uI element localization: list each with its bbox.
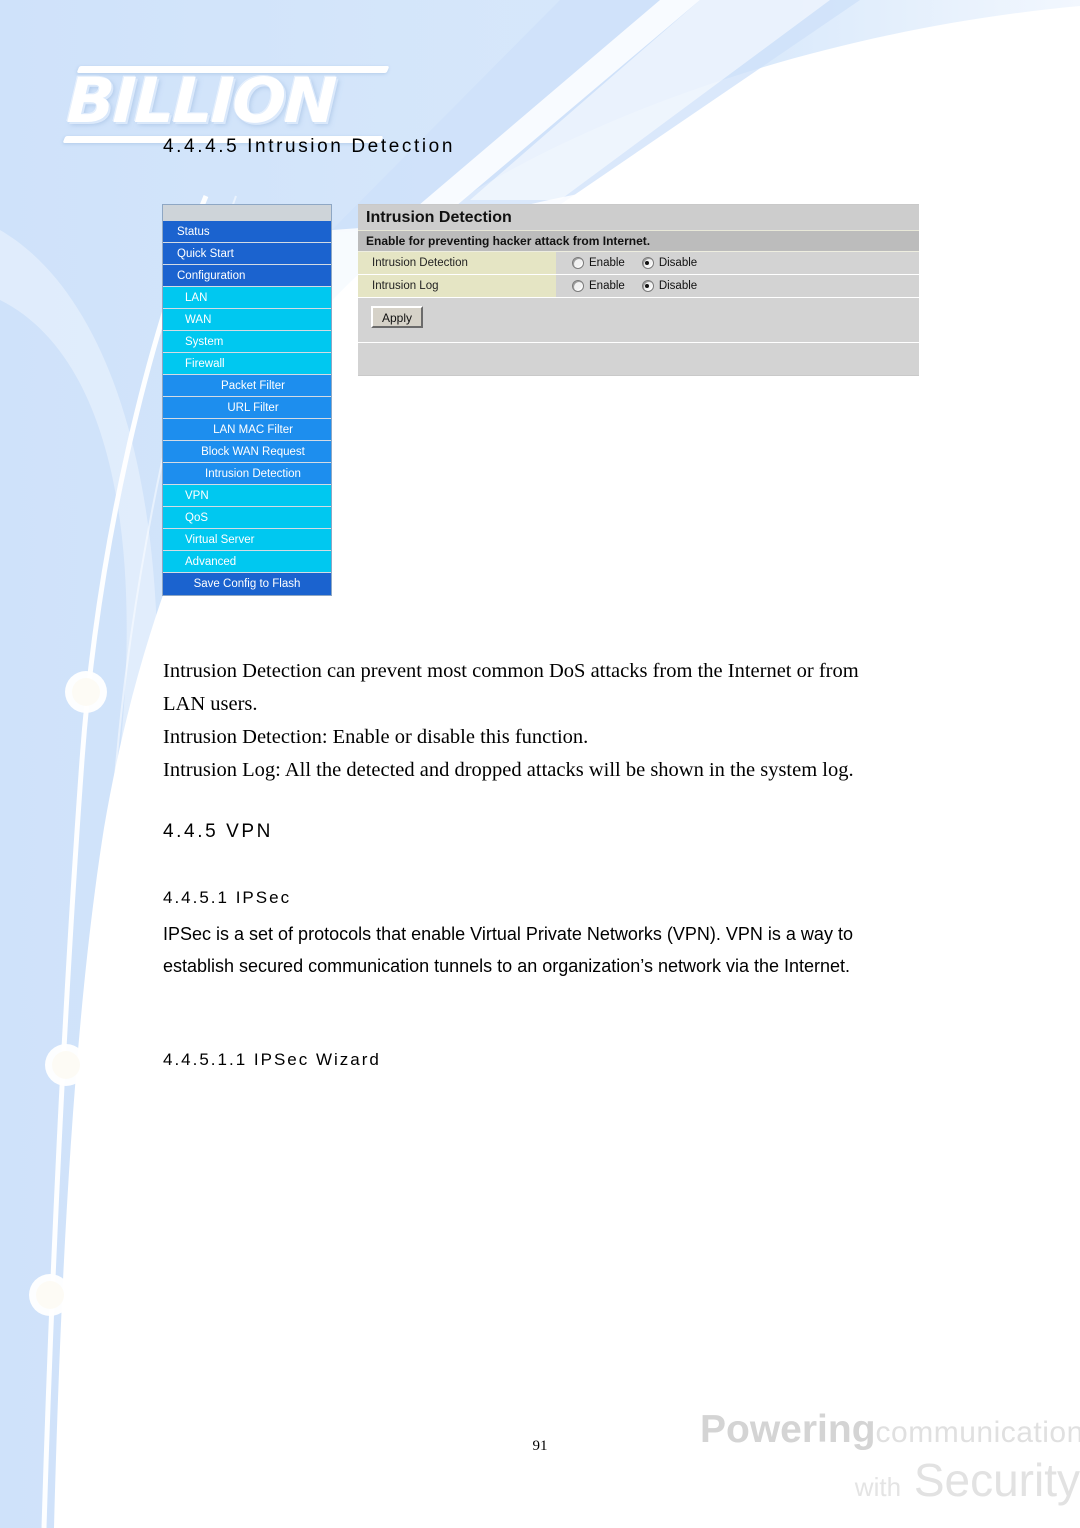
watermark-powering: Powering	[700, 1408, 876, 1451]
heading-intrusion-detection: 4.4.4.5 Intrusion Detection	[163, 136, 456, 157]
sidebar-item-lan-mac-filter[interactable]: LAN MAC Filter	[163, 419, 331, 441]
watermark-security: Security	[913, 1454, 1080, 1506]
sidebar-top-spacer	[163, 205, 331, 221]
logo-wordmark: BILLION	[65, 64, 337, 137]
radio-intrusion-log-enable[interactable]	[572, 280, 584, 292]
radio-label-intrusion-log-disable: Disable	[658, 279, 698, 292]
radio-label-intrusion-detection-enable: Enable	[589, 256, 625, 269]
sidebar-item-url-filter[interactable]: URL Filter	[163, 397, 331, 419]
heading-ipsec-wizard: 4.4.5.1.1 IPSec Wizard	[163, 1050, 381, 1069]
sidebar-item-qos[interactable]: QoS	[163, 507, 331, 529]
sidebar-item-block-wan-request[interactable]: Block WAN Request	[163, 441, 331, 463]
sidebar-item-virtual-server[interactable]: Virtual Server	[163, 529, 331, 551]
heading-ipsec: 4.4.5.1 IPSec	[163, 888, 292, 907]
heading-vpn: 4.4.5 VPN	[163, 821, 274, 842]
intrusion-line-3: Intrusion Detection: Enable or disable t…	[163, 726, 589, 748]
sidebar-item-save-config-to-flash[interactable]: Save Config to Flash	[163, 573, 331, 595]
row-value-intrusion-detection: Enable Disable	[556, 252, 919, 274]
table-row: Intrusion Log Enable Disable	[358, 275, 919, 298]
sidebar-item-vpn[interactable]: VPN	[163, 485, 331, 507]
sidebar-item-wan[interactable]: WAN	[163, 309, 331, 331]
page-canvas: BILLION 4.4.4.5 Intrusion Detection Stat…	[0, 0, 1080, 1528]
radio-intrusion-detection-enable[interactable]	[572, 257, 584, 269]
ipsec-description: IPSec is a set of protocols that enable …	[163, 924, 853, 976]
sidebar-item-configuration[interactable]: Configuration	[163, 265, 331, 287]
router-main-panel: Intrusion Detection Enable for preventin…	[358, 204, 919, 376]
router-admin-screenshot: Status Quick Start Configuration LAN WAN…	[162, 204, 919, 607]
row-label-intrusion-log: Intrusion Log	[358, 275, 556, 297]
watermark-line-2: with Security	[700, 1455, 1080, 1512]
intrusion-line-4: Intrusion Log: All the detected and drop…	[163, 759, 854, 781]
apply-button[interactable]: Apply	[371, 306, 424, 328]
radio-intrusion-log-disable[interactable]	[641, 280, 654, 292]
sidebar-item-quick-start[interactable]: Quick Start	[163, 243, 331, 265]
row-label-intrusion-detection: Intrusion Detection	[358, 252, 556, 274]
intrusion-description: Intrusion Detection can prevent most com…	[163, 655, 933, 787]
watermark-with: with	[854, 1472, 902, 1502]
sidebar-item-system[interactable]: System	[163, 331, 331, 353]
row-value-intrusion-log: Enable Disable	[556, 275, 919, 297]
panel-footer-spacer	[358, 343, 919, 375]
sidebar-item-lan[interactable]: LAN	[163, 287, 331, 309]
radio-intrusion-detection-disable[interactable]	[641, 257, 654, 269]
sidebar-item-firewall[interactable]: Firewall	[163, 353, 331, 375]
intrusion-line-2: LAN users.	[163, 693, 258, 715]
radio-label-intrusion-log-enable: Enable	[589, 279, 625, 292]
panel-title: Intrusion Detection	[358, 205, 919, 231]
panel-subtitle: Enable for preventing hacker attack from…	[358, 231, 919, 252]
sidebar-item-status[interactable]: Status	[163, 221, 331, 243]
watermark-line-1: Poweringcommunications	[700, 1408, 1080, 1455]
table-row: Intrusion Detection Enable Disable	[358, 252, 919, 275]
radio-label-intrusion-detection-disable: Disable	[658, 256, 698, 269]
intrusion-line-1: Intrusion Detection can prevent most com…	[163, 660, 859, 682]
sidebar-item-packet-filter[interactable]: Packet Filter	[163, 375, 331, 397]
router-sidebar: Status Quick Start Configuration LAN WAN…	[162, 204, 332, 596]
sidebar-item-advanced[interactable]: Advanced	[163, 551, 331, 573]
panel-actions: Apply	[358, 298, 919, 343]
watermark-communications: communications	[875, 1416, 1080, 1449]
billion-logo: BILLION	[62, 62, 400, 143]
footer-watermark: Poweringcommunications with Security	[700, 1408, 1080, 1528]
sidebar-item-intrusion-detection[interactable]: Intrusion Detection	[163, 463, 331, 485]
